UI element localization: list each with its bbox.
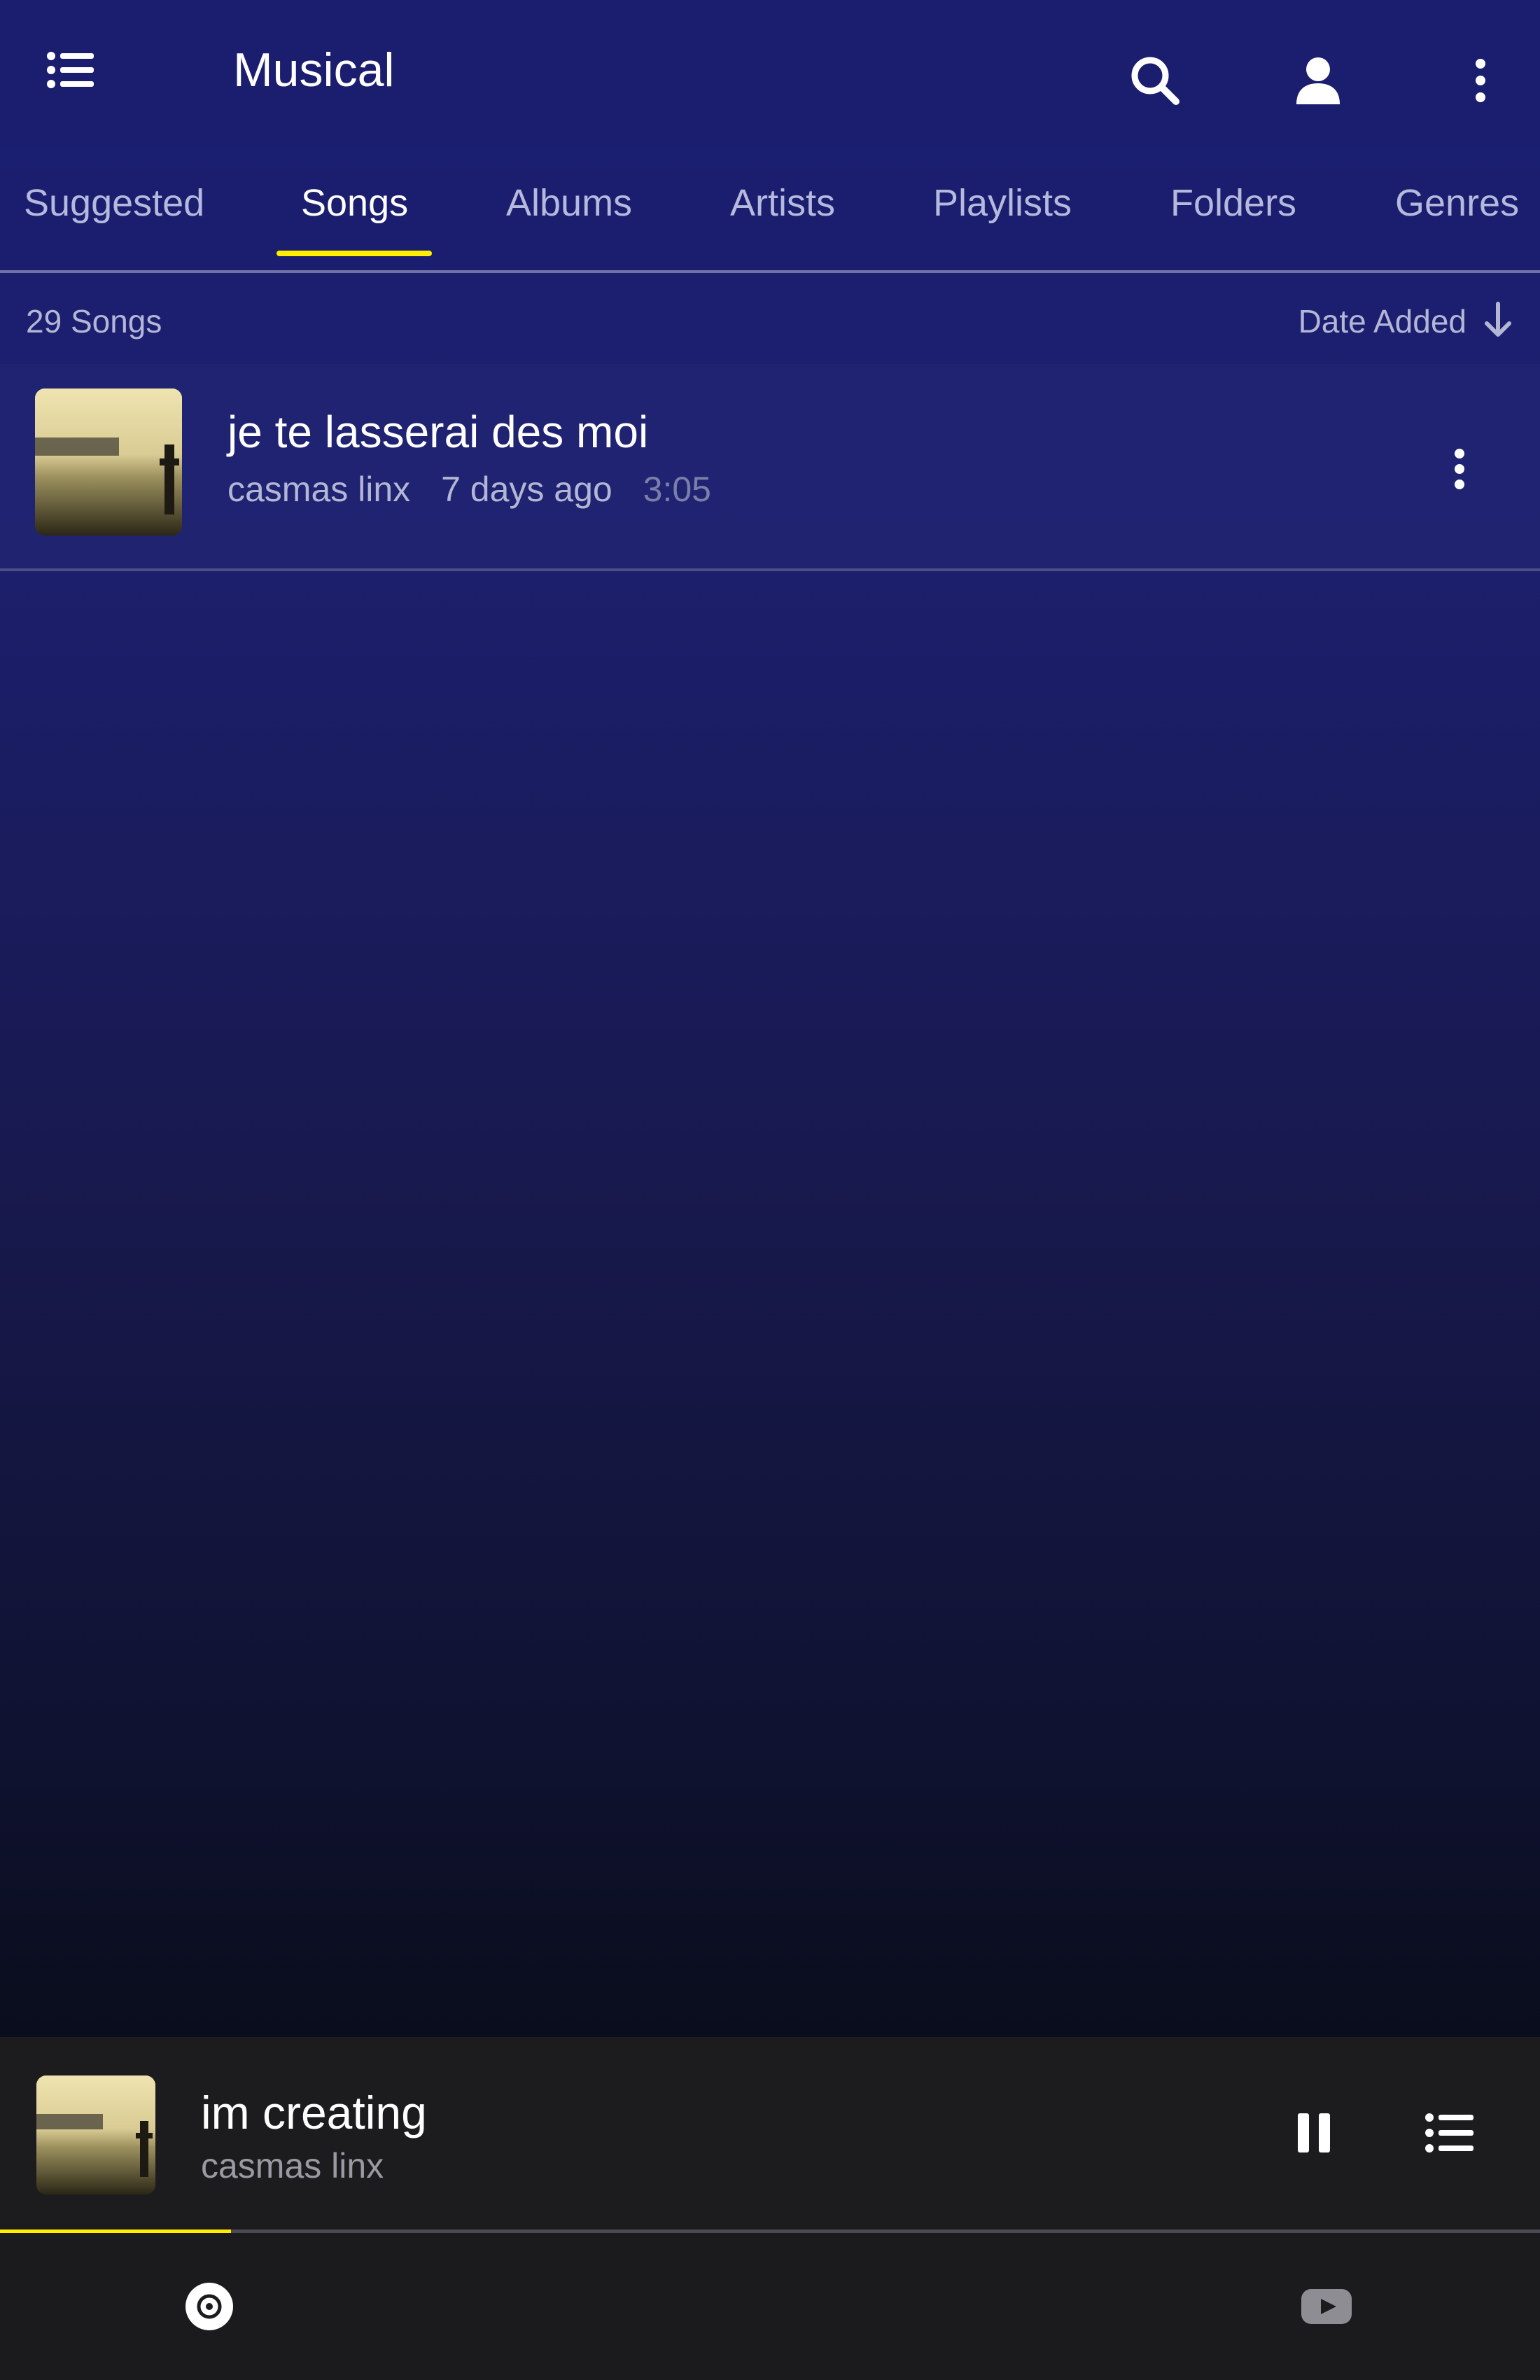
tab-songs[interactable]: Songs bbox=[301, 182, 408, 224]
search-icon[interactable] bbox=[1110, 35, 1200, 126]
mini-player[interactable]: im creating casmas linx bbox=[0, 2037, 1540, 2230]
songs-count: 29 Songs bbox=[26, 303, 162, 340]
active-tab-indicator bbox=[276, 251, 432, 256]
song-added: 7 days ago bbox=[441, 470, 612, 509]
pause-icon[interactable] bbox=[1268, 2087, 1359, 2178]
tab-albums[interactable]: Albums bbox=[506, 182, 632, 224]
disc-icon[interactable] bbox=[164, 2261, 255, 2352]
row-divider bbox=[0, 568, 1540, 571]
tab-playlists[interactable]: Playlists bbox=[933, 182, 1072, 224]
song-title: je te lasserai des moi bbox=[227, 407, 649, 457]
account-icon[interactable] bbox=[1273, 35, 1364, 126]
now-playing-artist: casmas linx bbox=[201, 2146, 384, 2185]
youtube-icon[interactable] bbox=[1281, 2261, 1372, 2352]
song-artist: casmas linx bbox=[227, 470, 411, 509]
menu-list-icon[interactable] bbox=[25, 24, 116, 115]
tab-genres[interactable]: Genres bbox=[1395, 182, 1519, 224]
music-app: Musical Suggested Songs Albums Artists P… bbox=[0, 0, 1540, 2380]
tab-folders[interactable]: Folders bbox=[1170, 182, 1296, 224]
song-duration: 3:05 bbox=[643, 470, 711, 509]
album-art bbox=[35, 388, 182, 536]
app-title: Musical bbox=[233, 43, 395, 97]
song-meta: casmas linx 7 days ago 3:05 bbox=[227, 469, 732, 510]
top-app-bar: Musical bbox=[0, 0, 1540, 147]
tab-bar: Suggested Songs Albums Artists Playlists… bbox=[0, 168, 1540, 273]
tab-artists[interactable]: Artists bbox=[730, 182, 835, 224]
list-header: 29 Songs Date Added bbox=[0, 273, 1540, 364]
arrow-down-icon[interactable] bbox=[1477, 300, 1519, 342]
now-playing-title: im creating bbox=[201, 2087, 427, 2138]
now-playing-art bbox=[36, 2076, 155, 2194]
sort-button[interactable]: Date Added bbox=[1298, 302, 1466, 340]
more-vert-icon[interactable] bbox=[1435, 35, 1526, 126]
more-vert-icon[interactable] bbox=[1414, 424, 1505, 514]
list-item[interactable]: je te lasserai des moi casmas linx 7 day… bbox=[0, 364, 1540, 568]
bottom-nav bbox=[0, 2233, 1540, 2380]
tab-suggested[interactable]: Suggested bbox=[24, 182, 204, 224]
queue-list-icon[interactable] bbox=[1404, 2087, 1495, 2178]
